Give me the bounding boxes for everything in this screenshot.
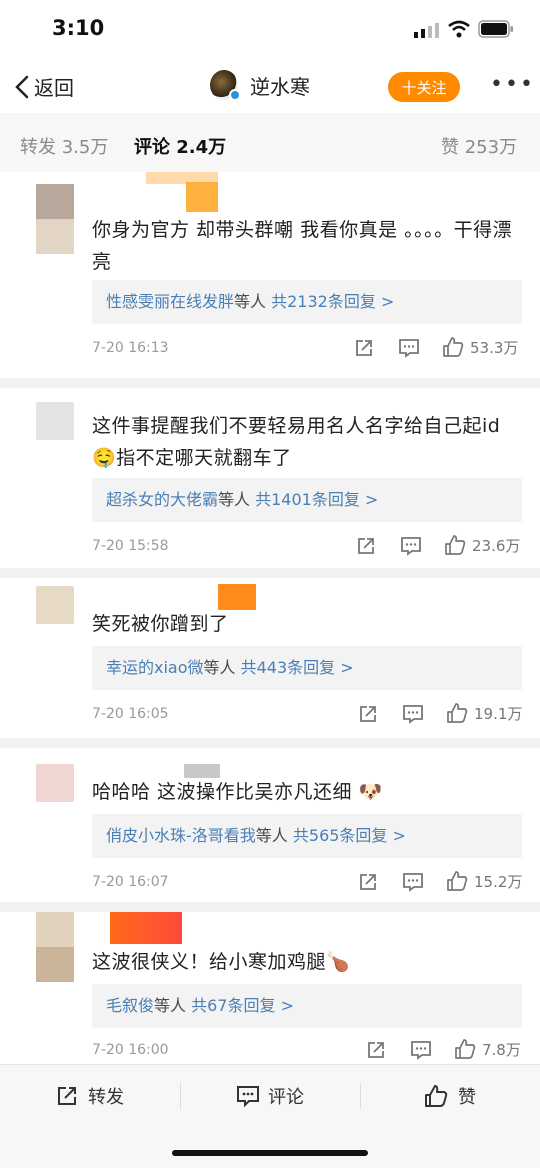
divider [0,738,540,748]
divider [0,378,540,388]
follow-button[interactable]: 十关注 [388,72,460,102]
repost-label: 转发 [88,1087,124,1108]
separator [360,1083,361,1109]
comment-item: 哈哈哈 这波操作比吴亦凡还细 🐶 俏皮小水珠-洛哥看我等人 共565条回复 > … [0,748,540,902]
like-count: 15.2万 [474,872,523,891]
comment-text: 哈哈哈 这波操作比吴亦凡还细 🐶 [92,781,383,803]
comment-icon[interactable] [410,1040,432,1060]
like-icon [455,1039,476,1059]
share-icon[interactable] [354,338,374,358]
like-button[interactable]: 7.8万 [454,1038,521,1060]
like-count: 53.3万 [470,338,519,357]
like-icon [443,337,464,357]
signal-icon [414,23,439,38]
comment-text: 你身为官方 却带头群嘲 我看你真是 。。。。干得漂亮 [92,219,513,273]
like-button[interactable]: 15.2万 [446,870,522,892]
battery-icon [478,20,513,38]
verified-icon [229,89,241,101]
like-button[interactable]: 53.3万 [442,336,518,358]
tab-comments[interactable]: 评论 2.4万 [134,133,226,159]
tab-bar: 转发 3.5万 评论 2.4万 赞 253万 [0,114,540,172]
comment-text: 笑死被你蹭到了 [92,613,229,635]
redacted-name [186,182,218,212]
comment-icon[interactable] [398,338,420,358]
avatar[interactable] [36,912,74,982]
redacted-name [110,912,182,944]
comment-button[interactable]: 评论 [236,1083,304,1109]
avatar[interactable] [36,764,74,802]
share-icon[interactable] [358,704,378,724]
status-time: 3:10 [52,16,105,40]
separator [180,1083,181,1109]
avatar[interactable] [36,184,74,254]
avatar[interactable] [36,402,74,440]
comment-time: 7-20 15:58 [92,538,169,554]
comment-time: 7-20 16:13 [92,340,169,356]
wifi-icon [448,20,470,38]
comment-item: 你身为官方 却带头群嘲 我看你真是 。。。。干得漂亮 性感雯丽在线发胖等人 共2… [0,172,540,378]
like-count: 19.1万 [474,704,523,723]
divider [0,568,540,578]
dog-emoji-icon: 🐶 [358,781,383,803]
tab-repost[interactable]: 转发 3.5万 [20,133,108,159]
share-icon[interactable] [358,872,378,892]
home-indicator [172,1150,368,1156]
like-button[interactable]: 23.6万 [444,534,520,556]
like-label: 赞 [458,1087,476,1108]
replies-summary[interactable]: 超杀女的大佬霸等人 共1401条回复 > [92,478,522,522]
back-label: 返回 [34,76,74,100]
like-count: 23.6万 [472,536,521,555]
comment-icon[interactable] [402,872,424,892]
comment-text: 这波很侠义！给小寒加鸡腿🍗 [92,951,351,973]
comment-icon [237,1086,259,1107]
comment-time: 7-20 16:00 [92,1042,169,1058]
like-count: 7.8万 [482,1040,521,1059]
comment-item: 这件事提醒我们不要轻易用名人名字给自己起id 🤤指不定哪天就翻车了 超杀女的大佬… [0,388,540,568]
like-action-button[interactable]: 赞 [424,1083,476,1109]
replies-summary[interactable]: 毛叙俊等人 共67条回复 > [92,984,522,1028]
account-header[interactable]: 逆水寒 [210,70,310,101]
comment-icon[interactable] [402,704,424,724]
comment-text-line2: 🤤指不定哪天就翻车了 [92,447,292,469]
divider [0,902,540,912]
like-button[interactable]: 19.1万 [446,702,522,724]
share-icon[interactable] [356,536,376,556]
comment-label: 评论 [268,1087,304,1108]
replies-summary[interactable]: 性感雯丽在线发胖等人 共2132条回复 > [92,280,522,324]
account-avatar[interactable] [210,70,241,101]
like-icon [425,1085,448,1107]
like-icon [447,703,468,723]
more-icon[interactable]: ••• [490,72,535,97]
back-button[interactable]: 返回 [14,72,74,101]
status-bar: 3:10 [0,0,540,58]
nav-bar: 返回 逆水寒 十关注 ••• [0,58,540,114]
repost-button[interactable]: 转发 [56,1083,124,1109]
back-chevron-icon [15,75,29,98]
comment-item: 笑死被你蹭到了 幸运的xiao微等人 共443条回复 > 7-20 16:05 … [0,578,540,738]
replies-summary[interactable]: 幸运的xiao微等人 共443条回复 > [92,646,522,690]
redacted-name [218,584,256,610]
tab-likes[interactable]: 赞 253万 [441,133,517,159]
avatar[interactable] [36,586,74,624]
comment-text: 这件事提醒我们不要轻易用名人名字给自己起id [92,415,501,437]
like-icon [447,871,468,891]
share-icon [58,1087,76,1105]
page-title: 逆水寒 [250,74,310,99]
drumstick-emoji-icon: 🍗 [326,951,351,973]
comment-icon[interactable] [400,536,422,556]
drool-emoji-icon: 🤤 [92,447,117,469]
share-icon[interactable] [366,1040,386,1060]
comment-item: 这波很侠义！给小寒加鸡腿🍗 毛叙俊等人 共67条回复 > 7-20 16:00 … [0,912,540,1064]
comment-time: 7-20 16:07 [92,874,169,890]
replies-summary[interactable]: 俏皮小水珠-洛哥看我等人 共565条回复 > [92,814,522,858]
comment-time: 7-20 16:05 [92,706,169,722]
like-icon [445,535,466,555]
